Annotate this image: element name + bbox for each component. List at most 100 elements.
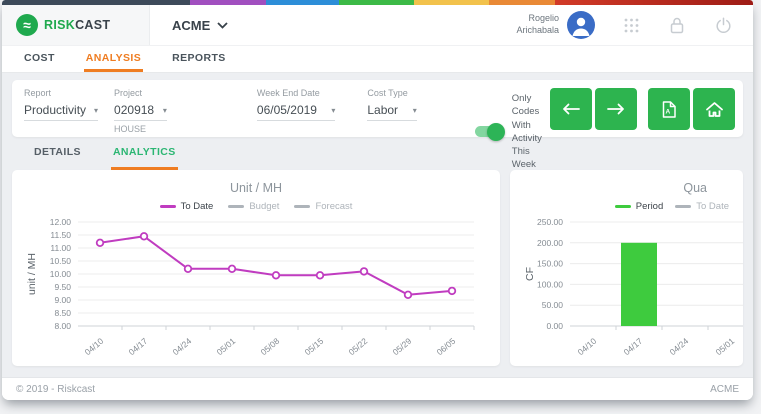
legend-swatch xyxy=(294,204,311,208)
line-chart: 12.00 11.50 11.00 10.50 10.00 9.50 9.00 8.50 8.0… xyxy=(26,217,475,358)
svg-text:04/10: 04/10 xyxy=(83,336,106,358)
week-end-date-label: Week End Date xyxy=(256,88,320,98)
svg-text:8.00: 8.00 xyxy=(54,321,71,331)
legend-swatch xyxy=(614,204,631,208)
legend-item-to-date[interactable]: To Date xyxy=(159,201,213,212)
svg-text:04/24: 04/24 xyxy=(668,336,691,358)
charts-row: Unit / MH To Date Budget Forecast 12.00 … xyxy=(12,170,743,366)
tab-details[interactable]: DETAILS xyxy=(32,137,83,170)
week-end-date-select[interactable]: 06/05/2019 ▾ xyxy=(256,103,336,121)
svg-text:04/17: 04/17 xyxy=(622,336,645,358)
chevron-down-icon xyxy=(217,21,228,29)
company-name: ACME xyxy=(172,17,211,33)
filter-bar: Report Productivity ▾ Project 020918 ▾ HOU… xyxy=(12,80,743,170)
chart-title: Unit / MH xyxy=(229,181,283,195)
avatar[interactable] xyxy=(567,11,595,39)
legend-item-forecast[interactable]: Forecast xyxy=(294,201,352,212)
unit-mh-chart-card: Unit / MH To Date Budget Forecast 12.00 … xyxy=(12,170,500,366)
svg-text:05/22: 05/22 xyxy=(347,336,370,358)
svg-text:unit / MH: unit / MH xyxy=(26,253,38,295)
svg-text:10.50: 10.50 xyxy=(50,256,72,266)
arrow-left-icon xyxy=(563,103,580,115)
cost-type-select[interactable]: Labor ▾ xyxy=(367,103,417,121)
svg-text:04/17: 04/17 xyxy=(127,336,150,358)
project-select[interactable]: 020918 ▾ xyxy=(114,103,167,121)
logo-text: RISKCAST xyxy=(44,18,111,32)
footer-company: ACME xyxy=(710,383,739,395)
main-nav: COST ANALYSIS REPORTS xyxy=(2,45,753,73)
dropdown-caret-icon: ▾ xyxy=(162,105,167,115)
header-right: Rogelio Arichabala xyxy=(516,11,753,39)
arrow-right-icon xyxy=(607,103,624,115)
riskcast-logo: ≈ RISKCAST xyxy=(2,5,150,45)
project-field: Project 020918 ▾ HOUSE xyxy=(114,88,167,134)
report-label: Report xyxy=(24,88,52,98)
chart-legend: To Date Budget Forecast xyxy=(22,198,490,214)
svg-text:05/15: 05/15 xyxy=(303,336,326,358)
svg-text:06/05: 06/05 xyxy=(435,336,458,358)
svg-text:11.50: 11.50 xyxy=(50,230,71,240)
home-icon xyxy=(705,101,723,117)
home-button[interactable] xyxy=(693,88,735,130)
content-area: Report Productivity ▾ Project 020918 ▾ HOU… xyxy=(2,73,753,377)
only-codes-toggle[interactable] xyxy=(474,122,505,141)
svg-text:9.50: 9.50 xyxy=(54,282,71,292)
sub-nav: DETAILS ANALYTICS xyxy=(12,137,743,170)
legend-item-budget[interactable]: Budget xyxy=(228,201,279,212)
next-week-button[interactable] xyxy=(595,88,637,130)
bar-chart: 250.00 200.00 150.00 100.00 50.00 0.00 CF 04/10… xyxy=(524,217,743,358)
cost-type-label: Cost Type xyxy=(367,88,408,98)
toggle-knob xyxy=(486,122,505,141)
app-header: ≈ RISKCAST ACME Rogelio Arichabala xyxy=(2,5,753,45)
report-select[interactable]: Productivity ▾ xyxy=(24,103,99,121)
apps-grid-icon[interactable] xyxy=(621,15,641,35)
svg-text:150.00: 150.00 xyxy=(537,259,563,269)
svg-text:8.50: 8.50 xyxy=(54,308,71,318)
svg-text:05/08: 05/08 xyxy=(259,336,282,358)
svg-text:11.00: 11.00 xyxy=(50,243,71,253)
tab-reports[interactable]: REPORTS xyxy=(170,46,228,72)
lock-icon[interactable] xyxy=(667,15,687,35)
company-selector[interactable]: ACME xyxy=(172,18,228,33)
prev-week-button[interactable] xyxy=(550,88,592,130)
svg-text:05/01: 05/01 xyxy=(215,336,238,358)
svg-text:05/01: 05/01 xyxy=(714,336,737,358)
svg-text:04/10: 04/10 xyxy=(576,336,599,358)
cost-type-field: Cost Type Labor ▾ xyxy=(367,88,417,121)
user-name: Rogelio Arichabala xyxy=(516,13,559,35)
svg-text:250.00: 250.00 xyxy=(537,217,563,227)
tab-analytics[interactable]: ANALYTICS xyxy=(110,137,178,170)
svg-text:200.00: 200.00 xyxy=(537,238,563,248)
dropdown-caret-icon: ▾ xyxy=(331,105,336,115)
svg-text:CF: CF xyxy=(524,267,536,281)
copyright-text: © 2019 - Riskcast xyxy=(16,383,96,395)
project-label: Project xyxy=(114,88,143,98)
svg-text:0.00: 0.00 xyxy=(546,321,563,331)
person-icon xyxy=(572,17,590,36)
legend-item-period[interactable]: Period xyxy=(614,201,663,212)
dropdown-caret-icon: ▾ xyxy=(412,105,417,115)
riskcast-logo-icon: ≈ xyxy=(16,14,38,36)
power-icon[interactable] xyxy=(713,15,733,35)
app-window: ≈ RISKCAST ACME Rogelio Arichabala COST … xyxy=(2,0,753,400)
export-report-button[interactable]: A xyxy=(648,88,690,130)
svg-text:9.00: 9.00 xyxy=(54,295,71,305)
tab-cost[interactable]: COST xyxy=(22,46,57,72)
svg-text:10.00: 10.00 xyxy=(50,269,72,279)
legend-item-to-date[interactable]: To Date xyxy=(675,201,729,212)
toolbar-buttons: A xyxy=(550,88,735,130)
logo-glyph: ≈ xyxy=(23,17,31,33)
svg-text:A: A xyxy=(666,108,671,115)
chart-title-truncated: Qua xyxy=(683,181,707,195)
legend-swatch xyxy=(159,204,176,208)
legend-swatch xyxy=(228,204,245,208)
svg-text:50.00: 50.00 xyxy=(542,300,564,310)
svg-text:04/24: 04/24 xyxy=(171,336,194,358)
file-export-icon: A xyxy=(662,100,676,118)
tab-analysis[interactable]: ANALYSIS xyxy=(83,46,144,72)
legend-swatch xyxy=(675,204,692,208)
activity-toggle-wrap: Only Codes With Activity This Week xyxy=(474,92,550,172)
dropdown-caret-icon: ▾ xyxy=(94,105,99,115)
svg-text:100.00: 100.00 xyxy=(537,279,563,289)
report-field: Report Productivity ▾ xyxy=(24,88,99,121)
